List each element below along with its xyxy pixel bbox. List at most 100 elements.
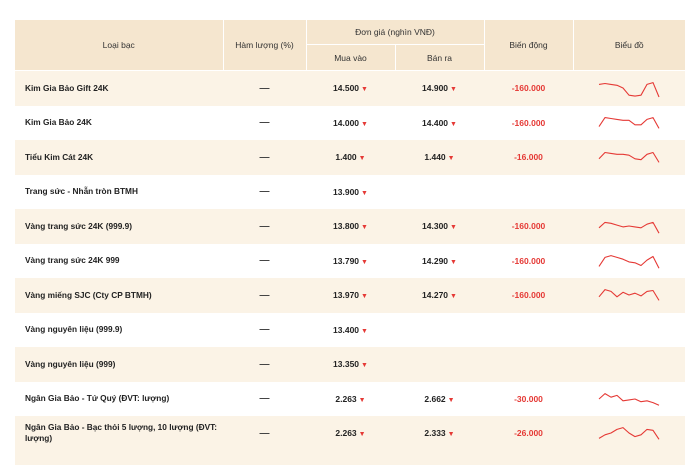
sell-price: 14.270 ▼ — [395, 278, 484, 313]
purity-value: — — [223, 105, 306, 140]
sparkline-chart — [598, 289, 660, 301]
buy-price-value: 13.970 — [333, 290, 360, 301]
table-cell — [395, 450, 484, 465]
sell-price — [395, 312, 484, 347]
buy-price: 2.263 ▼ — [306, 416, 395, 451]
purity-value: — — [223, 347, 306, 382]
sparkline-chart — [598, 392, 660, 406]
sparkline-chart — [598, 82, 660, 98]
product-name: Vàng trang sức 24K (999.9) — [15, 209, 223, 244]
sell-price: 14.300 ▼ — [395, 209, 484, 244]
sparkline-cell — [573, 209, 685, 244]
down-arrow-icon: ▼ — [358, 431, 366, 439]
down-arrow-icon: ▼ — [450, 258, 457, 266]
header-unit-price: Đơn giá (nghìn VNĐ) — [306, 20, 485, 45]
table-row[interactable]: Vàng miếng SJC (Cty CP BTMH) —13.970 ▼ 14.2… — [15, 278, 685, 313]
sparkline-line — [598, 289, 660, 301]
table-row[interactable]: Ngân Gia Bảo - Tứ Quý (ĐVT: lượng) —2.263… — [15, 381, 685, 416]
price-change: -160.000 — [484, 105, 573, 140]
down-arrow-icon: ▼ — [361, 120, 368, 128]
buy-price-value: 13.900 — [333, 186, 360, 197]
table-row[interactable]: Kim Gia Bảo Gift 24K —14.500 ▼ 14.900 ▼ -160.… — [15, 70, 685, 106]
sparkline-cell — [573, 347, 685, 382]
table-row[interactable]: Vàng trang sức 24K (999.9) —13.800 ▼ 14.300… — [15, 209, 685, 244]
sell-price-value: 1.440 — [424, 152, 446, 163]
price-table-body: Kim Gia Bảo Gift 24K —14.500 ▼ 14.900 ▼ -160.… — [15, 70, 685, 465]
down-arrow-icon: ▼ — [361, 189, 368, 197]
down-arrow-icon: ▼ — [447, 155, 455, 163]
sell-price: 14.900 ▼ — [395, 70, 484, 106]
table-cell — [15, 450, 223, 465]
product-name: Vàng nguyên liệu (999) — [15, 347, 223, 382]
price-table-container: Loại bạc Hàm lượng (%) Đơn giá (nghìn VN… — [15, 20, 685, 465]
buy-price: 14.500 ▼ — [306, 70, 395, 106]
product-name: Ngân Gia Bảo - Tứ Quý (ĐVT: lượng) — [15, 381, 223, 416]
header-buy: Mua vào — [306, 44, 396, 71]
product-name: Vàng nguyên liệu (999.9) — [15, 312, 223, 347]
table-row[interactable]: Vàng nguyên liệu (999) —13.350 ▼ — [15, 347, 685, 382]
sparkline-cell — [573, 105, 685, 140]
header-purity: Hàm lượng (%) — [223, 20, 307, 71]
sell-price-value: 2.662 — [424, 393, 446, 404]
price-change: -160.000 — [484, 243, 573, 278]
buy-price: 2.263 ▼ — [306, 381, 395, 416]
down-arrow-icon: ▼ — [450, 224, 457, 232]
table-row[interactable]: Kim Gia Bảo 24K —14.000 ▼ 14.400 ▼ -160.000 — [15, 105, 685, 140]
buy-price: 13.790 ▼ — [306, 243, 395, 278]
down-arrow-icon: ▼ — [450, 120, 457, 128]
product-name: Ngân Gia Bảo - Bạc thỏi 5 lượng, 10 lượn… — [15, 416, 223, 451]
table-cell — [573, 450, 685, 465]
sell-price-value: 14.290 — [422, 255, 449, 266]
table-row[interactable]: Tiểu Kim Cát 24K —1.400 ▼ 1.440 ▼ -16.000 — [15, 140, 685, 175]
price-change — [484, 347, 573, 382]
buy-price-value: 13.400 — [333, 324, 360, 335]
buy-price-value: 1.400 — [335, 152, 357, 163]
header-sell: Bán ra — [395, 44, 485, 71]
down-arrow-icon: ▼ — [361, 327, 368, 335]
sell-price: 14.400 ▼ — [395, 105, 484, 140]
header-type: Loại bạc — [15, 20, 224, 71]
purity-value: — — [223, 140, 306, 175]
buy-price: 13.900 ▼ — [306, 174, 395, 209]
buy-price: 13.400 ▼ — [306, 312, 395, 347]
sell-price-value: 2.333 — [424, 428, 446, 439]
price-change: -160.000 — [484, 70, 573, 106]
sell-price: 2.662 ▼ — [395, 381, 484, 416]
sell-price: 14.290 ▼ — [395, 243, 484, 278]
table-row[interactable]: Ngân Gia Bảo - Bạc thỏi 5 lượng, 10 lượn… — [15, 416, 685, 451]
buy-price-value: 2.263 — [335, 428, 357, 439]
sparkline-chart — [598, 427, 660, 440]
sell-price-value: 14.400 — [422, 117, 449, 128]
price-table: Loại bạc Hàm lượng (%) Đơn giá (nghìn VN… — [15, 20, 685, 465]
buy-price: 13.350 ▼ — [306, 347, 395, 382]
table-row[interactable]: Trang sức - Nhẫn tròn BTMH —13.900 ▼ — [15, 174, 685, 209]
purity-value: — — [223, 381, 306, 416]
table-cell — [223, 450, 306, 465]
sparkline-line — [598, 82, 660, 98]
sell-price — [395, 174, 484, 209]
sparkline-line — [598, 427, 660, 440]
down-arrow-icon: ▼ — [358, 396, 366, 404]
table-row — [15, 450, 685, 465]
purity-value: — — [223, 278, 306, 313]
buy-price: 1.400 ▼ — [306, 140, 395, 175]
purity-value: — — [223, 209, 306, 244]
sell-price: 2.333 ▼ — [395, 416, 484, 451]
table-cell — [306, 450, 395, 465]
table-row[interactable]: Vàng nguyên liệu (999.9) —13.400 ▼ — [15, 312, 685, 347]
price-change: -160.000 — [484, 209, 573, 244]
price-change — [484, 312, 573, 347]
sparkline-line — [598, 152, 660, 163]
table-row[interactable]: Vàng trang sức 24K 999—13.790 ▼ 14.290 ▼ -16… — [15, 243, 685, 278]
purity-value: — — [223, 174, 306, 209]
price-change: -16.000 — [484, 140, 573, 175]
sparkline-line — [598, 116, 660, 129]
product-name: Kim Gia Bảo Gift 24K — [15, 70, 223, 106]
purity-value: — — [223, 70, 306, 106]
down-arrow-icon: ▼ — [358, 155, 366, 163]
sell-price-value: 14.300 — [422, 221, 449, 232]
sell-price: 1.440 ▼ — [395, 140, 484, 175]
product-name: Kim Gia Bảo 24K — [15, 105, 223, 140]
purity-value: — — [223, 312, 306, 347]
product-name: Vàng miếng SJC (Cty CP BTMH) — [15, 278, 223, 313]
